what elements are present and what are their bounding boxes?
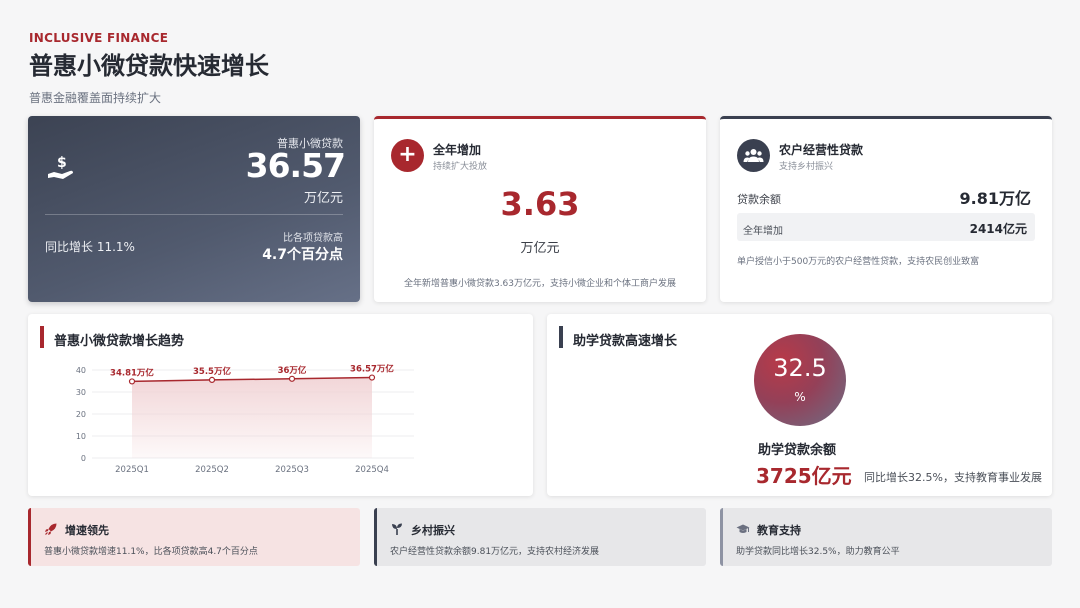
strip-education-desc: 助学贷款同比增长32.5%，助力教育公平 <box>736 547 900 557</box>
farmer-add-row: 全年增加 2414亿元 <box>737 213 1035 241</box>
page-title: 普惠小微贷款快速增长 <box>29 52 269 80</box>
y-tick-label: 0 <box>81 454 86 463</box>
annual-add-subtitle: 持续扩大投放 <box>433 162 488 172</box>
farmer-balance-value: 9.81万亿 <box>959 189 1031 208</box>
annual-add-title: 全年增加 <box>433 143 482 157</box>
data-label: 36.57万亿 <box>350 364 394 375</box>
farmer-balance-row: 贷款余额 9.81万亿 <box>737 183 1035 209</box>
student-percent-unit: % <box>794 390 806 404</box>
y-tick-label: 10 <box>76 432 86 441</box>
sprout-icon <box>392 523 402 535</box>
student-note: 同比增长32.5%，支持教育事业发展 <box>864 471 1042 484</box>
x-tick-label: 2025Q4 <box>355 465 389 475</box>
student-loan-card: 助学贷款高速增长 32.5 % 助学贷款余额 3725亿元 同比增长32.5%，… <box>547 314 1052 496</box>
data-point <box>368 374 376 381</box>
y-tick-label: 20 <box>76 410 86 419</box>
data-label: 34.81万亿 <box>110 367 154 378</box>
student-percent: 32.5 <box>773 354 827 382</box>
trend-chart-card: 普惠小微贷款增长趋势 0 10 20 30 40 34.81万亿 2025Q1 35.5万亿 2… <box>28 314 533 496</box>
hero-value: 36.57 <box>245 146 346 185</box>
student-section-bar <box>559 326 563 348</box>
student-percent-circle: 32.5 % <box>754 334 846 426</box>
farmer-add-value: 2414亿元 <box>969 222 1027 236</box>
strip-growth-desc: 普惠小微贷款增速11.1%，比各项贷款高4.7个百分点 <box>44 547 258 557</box>
eyebrow: INCLUSIVE FINANCE <box>29 31 169 45</box>
rocket-icon <box>45 523 57 535</box>
users-icon <box>737 139 770 172</box>
hand-money-icon: $ <box>48 155 73 179</box>
farmer-balance-label: 贷款余额 <box>737 193 781 206</box>
data-label: 35.5万亿 <box>193 366 231 377</box>
farmer-loan-card: 农户经营性贷款 支持乡村振兴 贷款余额 9.81万亿 全年增加 2414亿元 单… <box>720 116 1052 302</box>
x-tick-label: 2025Q1 <box>115 465 149 475</box>
strip-education-title: 教育支持 <box>757 524 801 537</box>
data-label: 36万亿 <box>278 365 307 376</box>
farmer-add-label: 全年增加 <box>743 226 783 237</box>
hero-compare-label: 比各项贷款高 <box>283 233 343 244</box>
area-fill <box>132 377 372 458</box>
data-point <box>208 376 216 384</box>
strip-education: 教育支持 助学贷款同比增长32.5%，助力教育公平 <box>720 508 1052 566</box>
graduation-cap-icon <box>736 524 750 533</box>
x-tick-label: 2025Q3 <box>275 465 309 475</box>
strip-growth-title: 增速领先 <box>65 524 109 537</box>
data-point <box>288 375 296 382</box>
hero-compare-value: 4.7个百分点 <box>262 247 343 263</box>
strip-growth-lead: 增速领先 普惠小微贷款增速11.1%，比各项贷款高4.7个百分点 <box>28 508 360 566</box>
farmer-subtitle: 支持乡村振兴 <box>779 162 834 172</box>
strip-rural-desc: 农户经营性贷款余额9.81万亿元，支持农村经济发展 <box>390 547 600 557</box>
strip-rural-title: 乡村振兴 <box>411 524 455 537</box>
page-subtitle: 普惠金融覆盖面持续扩大 <box>29 91 162 105</box>
hero-growth: 同比增长 11.1% <box>45 240 135 254</box>
svg-text:$: $ <box>57 155 67 171</box>
annual-add-value: 3.63 <box>500 185 580 223</box>
student-label: 助学贷款余额 <box>758 443 837 458</box>
hero-unit: 万亿元 <box>303 191 343 206</box>
annual-add-note: 全年新增普惠小微贷款3.63万亿元，支持小微企业和个体工商户发展 <box>403 279 677 289</box>
hero-divider <box>45 214 343 215</box>
farmer-title: 农户经营性贷款 <box>779 143 864 157</box>
student-title: 助学贷款高速增长 <box>573 334 678 349</box>
y-tick-label: 30 <box>76 388 86 397</box>
hero-card-total-loans: $ 普惠小微贷款 36.57 万亿元 同比增长 11.1% 比各项贷款高 4.7… <box>28 116 360 302</box>
trend-chart: 0 10 20 30 40 34.81万亿 2025Q1 35.5万亿 2025Q2 36万亿 20… <box>76 364 414 475</box>
y-tick-label: 40 <box>76 366 86 375</box>
student-value: 3725亿元 <box>756 464 852 488</box>
plus-icon: + <box>391 139 424 172</box>
data-point <box>128 378 136 385</box>
annual-add-card: + 全年增加 持续扩大投放 3.63 万亿元 全年新增普惠小微贷款3.63万亿元… <box>374 116 706 302</box>
farmer-note: 单户授信小于500万元的农户经营性贷款，支持农民创业致富 <box>737 257 980 267</box>
x-tick-label: 2025Q2 <box>195 465 229 475</box>
strip-rural: 乡村振兴 农户经营性贷款余额9.81万亿元，支持农村经济发展 <box>374 508 706 566</box>
annual-add-unit: 万亿元 <box>520 241 560 256</box>
